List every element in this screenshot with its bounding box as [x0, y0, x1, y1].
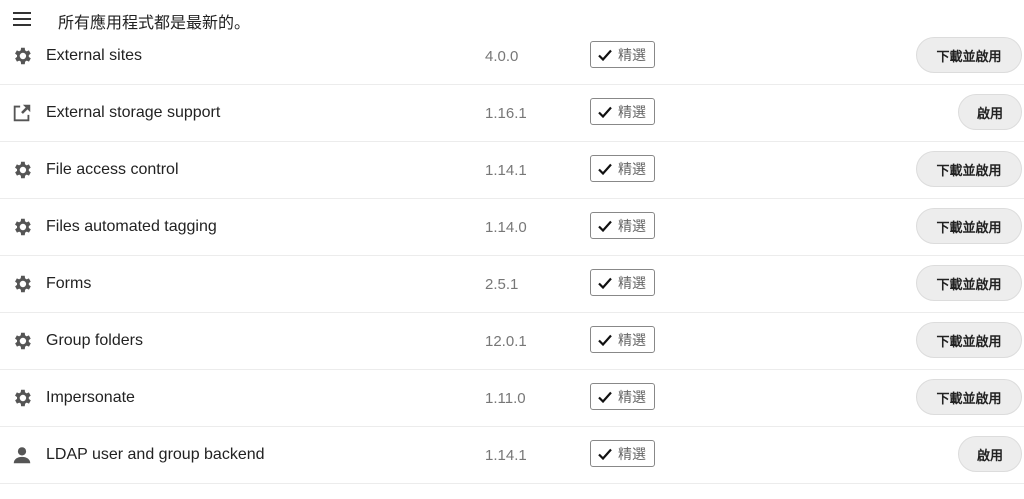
external-link-icon [11, 102, 33, 124]
download-enable-button[interactable]: 下載並啟用 [916, 151, 1022, 187]
check-icon [598, 391, 612, 403]
enable-button[interactable]: 啟用 [958, 436, 1022, 472]
app-name[interactable]: Forms [46, 275, 91, 293]
featured-badge: 精選 [590, 326, 655, 353]
gear-icon [11, 45, 33, 67]
app-row: Impersonate 1.11.0 精選 下載並啟用 [0, 370, 1024, 427]
app-version: 1.14.0 [485, 219, 527, 236]
app-row: External sites 4.0.0 精選 下載並啟用 [0, 28, 1024, 85]
app-row: External storage support 1.16.1 精選 啟用 [0, 85, 1024, 142]
download-enable-button[interactable]: 下載並啟用 [916, 379, 1022, 415]
app-version: 1.14.1 [485, 447, 527, 464]
enable-button[interactable]: 啟用 [958, 94, 1022, 130]
check-icon [598, 163, 612, 175]
app-version: 1.14.1 [485, 162, 527, 179]
app-name[interactable]: File access control [46, 161, 179, 179]
app-list: External sites 4.0.0 精選 下載並啟用 External s… [0, 35, 1024, 484]
check-icon [598, 106, 612, 118]
gear-icon [11, 273, 33, 295]
featured-badge: 精選 [590, 155, 655, 182]
check-icon [598, 220, 612, 232]
app-version: 4.0.0 [485, 48, 519, 65]
user-icon [11, 444, 33, 466]
featured-badge: 精選 [590, 212, 655, 239]
app-version: 2.5.1 [485, 276, 519, 293]
app-name[interactable]: External storage support [46, 104, 220, 122]
app-row: LDAP user and group backend 1.14.1 精選 啟用 [0, 427, 1024, 484]
featured-badge: 精選 [590, 440, 655, 467]
featured-badge: 精選 [590, 98, 655, 125]
check-icon [598, 448, 612, 460]
gear-icon [11, 216, 33, 238]
gear-icon [11, 159, 33, 181]
featured-badge: 精選 [590, 383, 655, 410]
download-enable-button[interactable]: 下載並啟用 [916, 322, 1022, 358]
app-row: Files automated tagging 1.14.0 精選 下載並啟用 [0, 199, 1024, 256]
app-version: 1.11.0 [485, 390, 526, 407]
app-row: File access control 1.14.1 精選 下載並啟用 [0, 142, 1024, 199]
app-name[interactable]: Group folders [46, 332, 143, 350]
app-row: Forms 2.5.1 精選 下載並啟用 [0, 256, 1024, 313]
check-icon [598, 334, 612, 346]
app-version: 12.0.1 [485, 333, 527, 350]
app-name[interactable]: External sites [46, 47, 142, 65]
gear-icon [11, 330, 33, 352]
app-name[interactable]: LDAP user and group backend [46, 446, 265, 464]
gear-icon [11, 387, 33, 409]
featured-badge: 精選 [590, 41, 655, 68]
app-row: Group folders 12.0.1 精選 下載並啟用 [0, 313, 1024, 370]
check-icon [598, 277, 612, 289]
app-name[interactable]: Impersonate [46, 389, 135, 407]
featured-badge: 精選 [590, 269, 655, 296]
app-version: 1.16.1 [485, 105, 527, 122]
download-enable-button[interactable]: 下載並啟用 [916, 265, 1022, 301]
download-enable-button[interactable]: 下載並啟用 [916, 208, 1022, 244]
download-enable-button[interactable]: 下載並啟用 [916, 37, 1022, 73]
check-icon [598, 49, 612, 61]
menu-icon[interactable] [13, 12, 31, 26]
app-name[interactable]: Files automated tagging [46, 218, 217, 236]
